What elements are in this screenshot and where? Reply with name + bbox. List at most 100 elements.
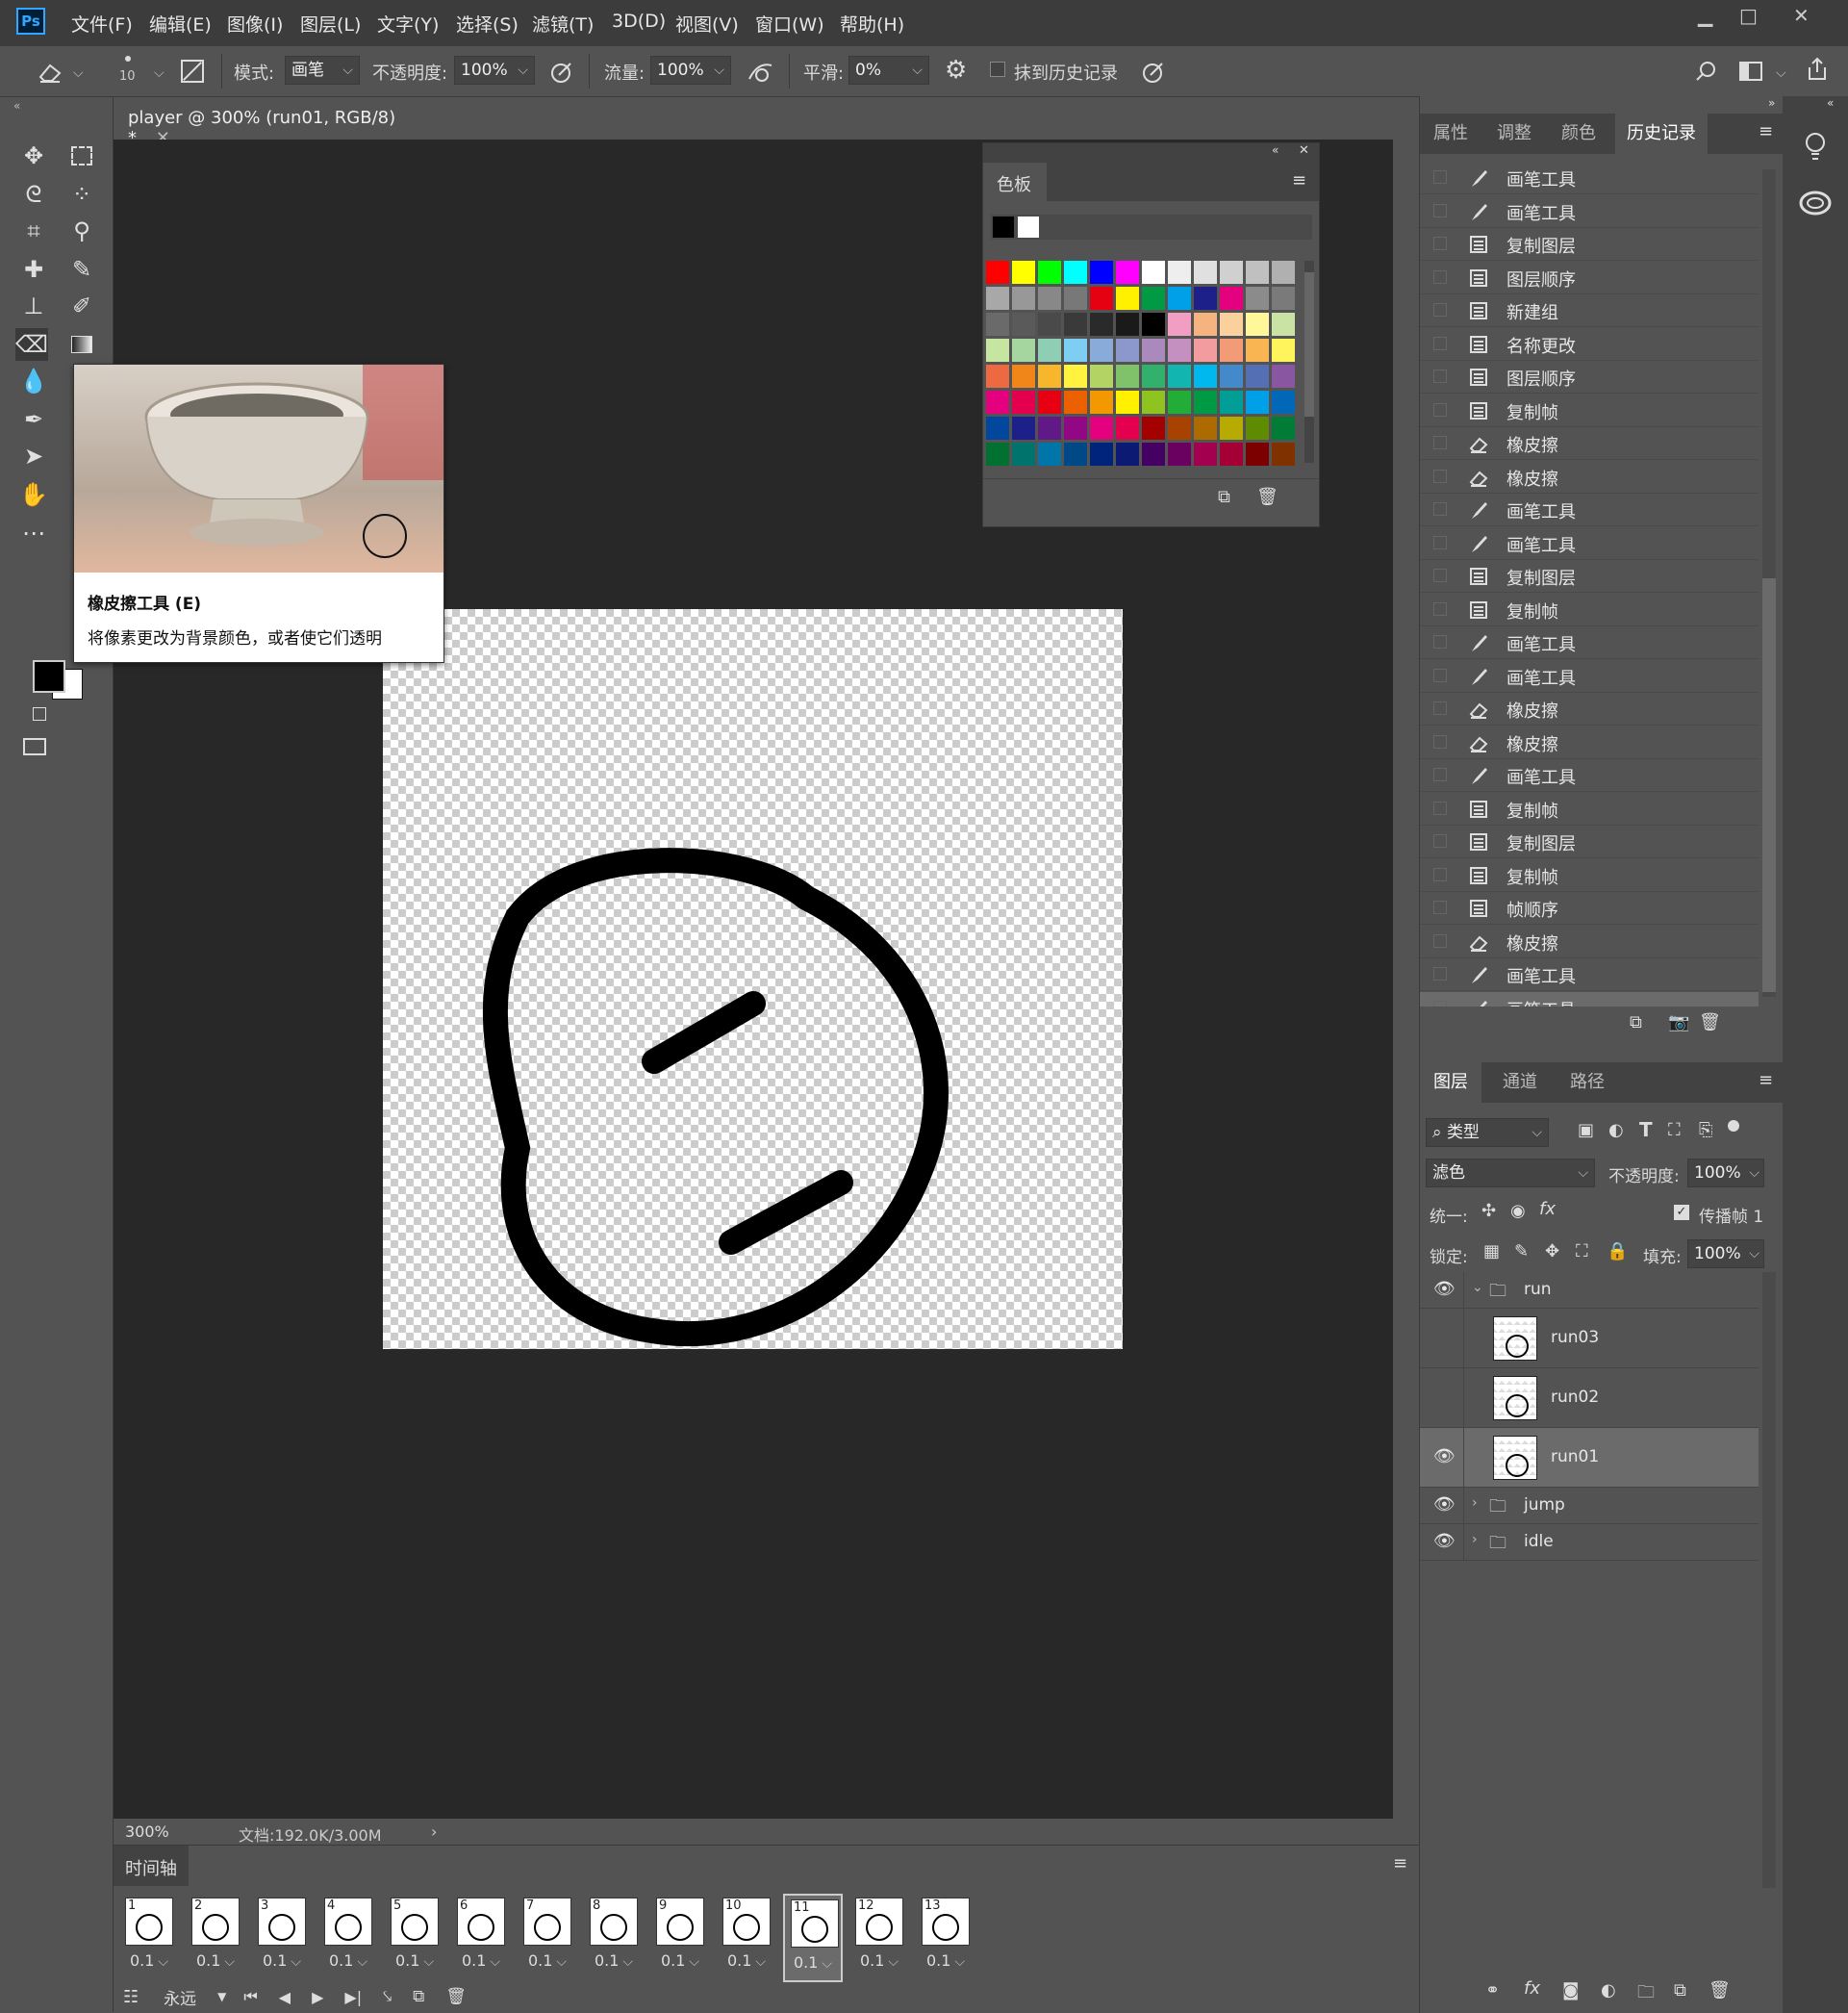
link-layers-icon[interactable]: ⚭ [1485, 1980, 1500, 2000]
color-swatch[interactable] [1142, 339, 1165, 362]
history-item[interactable]: 图层顺序 [1420, 262, 1759, 294]
color-swatch[interactable] [1194, 417, 1217, 440]
color-swatch[interactable] [1012, 261, 1035, 284]
collapse-arrows-icon[interactable]: « [13, 99, 20, 113]
type-filter-icon[interactable]: T [1639, 1118, 1653, 1141]
history-snapshot-checkbox[interactable] [1433, 834, 1447, 848]
color-swatch[interactable] [1064, 443, 1087, 466]
color-swatch[interactable] [1246, 443, 1269, 466]
color-swatch[interactable] [1012, 443, 1035, 466]
layer-filter-select[interactable]: ⌕ 类型 ⌵ [1426, 1118, 1549, 1147]
history-snapshot-checkbox[interactable] [1433, 269, 1447, 284]
color-swatch[interactable] [1064, 365, 1087, 388]
close-panel-icon[interactable]: ✕ [1299, 143, 1309, 158]
timeline-frame[interactable]: 9 0.1 ⌵ [650, 1894, 710, 1982]
frame-duration[interactable]: 0.1 ⌵ [385, 1951, 444, 1970]
pixel-filter-icon[interactable]: ▣ [1578, 1120, 1594, 1140]
unify-visibility-icon[interactable]: ◉ [1510, 1201, 1526, 1221]
layer-row[interactable]: 👁run03 [1420, 1309, 1759, 1368]
canvas[interactable] [383, 609, 1123, 1349]
color-swatch[interactable] [986, 287, 1009, 310]
color-swatch[interactable] [1272, 417, 1295, 440]
menu-item[interactable]: 编辑(E) [149, 11, 212, 37]
minimize-button[interactable]: ▁ [1698, 4, 1712, 27]
document-tab[interactable]: player @ 300% (run01, RGB/8) * ✕ [114, 98, 421, 148]
history-item[interactable]: 画笔工具 [1420, 958, 1759, 991]
history-snapshot-checkbox[interactable] [1433, 601, 1447, 616]
color-swatch[interactable] [1246, 287, 1269, 310]
color-swatch[interactable] [1220, 417, 1243, 440]
color-swatch[interactable] [1246, 417, 1269, 440]
timeline-frame[interactable]: 12 0.1 ⌵ [849, 1894, 909, 1982]
history-snapshot-checkbox[interactable] [1433, 635, 1447, 649]
frame-duration[interactable]: 0.1 ⌵ [916, 1951, 975, 1970]
history-snapshot-checkbox[interactable] [1433, 933, 1447, 948]
history-brush-tool-icon[interactable]: ✐ [65, 290, 98, 322]
frame-duration[interactable]: 0.1 ⌵ [186, 1951, 245, 1970]
color-swatch[interactable] [1142, 313, 1165, 336]
pen-tool-icon[interactable]: ✒ [17, 403, 50, 436]
color-swatch[interactable] [1220, 391, 1243, 414]
color-swatch[interactable] [1090, 261, 1113, 284]
color-swatch[interactable] [986, 391, 1009, 414]
color-swatch[interactable] [1220, 287, 1243, 310]
panel-menu-icon[interactable]: ≡ [1292, 170, 1306, 191]
color-swatch[interactable] [1064, 313, 1087, 336]
history-item[interactable]: 画笔工具 [1420, 195, 1759, 228]
timeline-frame[interactable]: 11 0.1 ⌵ [783, 1894, 843, 1982]
marquee-tool-icon[interactable] [65, 140, 98, 172]
color-swatch[interactable] [1116, 287, 1139, 310]
history-item[interactable]: 新建组 [1420, 294, 1759, 327]
color-swatch[interactable] [1194, 261, 1217, 284]
color-swatch[interactable] [1168, 365, 1191, 388]
smoothing-input[interactable]: 0% ⌵ [848, 56, 929, 85]
opacity-input[interactable]: 100% ⌵ [454, 56, 535, 85]
layer-opacity-input[interactable]: 100% ⌵ [1687, 1159, 1764, 1187]
tab-layers[interactable]: 图层 [1420, 1062, 1481, 1103]
layer-style-icon[interactable]: fx [1524, 1978, 1540, 1999]
history-item[interactable]: 图层顺序 [1420, 361, 1759, 394]
quick-select-tool-icon[interactable]: ⁘ [65, 178, 98, 211]
share-icon[interactable] [1805, 56, 1830, 83]
color-swatch[interactable] [986, 261, 1009, 284]
history-snapshot-checkbox[interactable] [1433, 203, 1447, 217]
blur-tool-icon[interactable]: 💧 [17, 365, 50, 397]
adjustment-layer-icon[interactable]: ◐ [1601, 1980, 1616, 2000]
lock-transparency-icon[interactable]: ▦ [1483, 1241, 1500, 1261]
color-swatch[interactable] [1064, 391, 1087, 414]
color-swatch[interactable] [1116, 391, 1139, 414]
color-swatch[interactable] [986, 313, 1009, 336]
color-swatch[interactable] [1064, 261, 1087, 284]
pressure-opacity-icon[interactable] [549, 60, 574, 85]
color-swatch[interactable] [1142, 391, 1165, 414]
chevron-down-icon[interactable]: ⌵ [73, 65, 84, 81]
color-swatch[interactable] [1116, 443, 1139, 466]
brush-tool-icon[interactable]: ✎ [65, 253, 98, 286]
gradient-tool-icon[interactable] [65, 328, 98, 361]
color-swatch[interactable] [1064, 287, 1087, 310]
blend-mode-select[interactable]: 滤色 ⌵ [1426, 1159, 1595, 1187]
foreground-color-swatch[interactable] [33, 660, 65, 693]
menu-item[interactable]: 3D(D) [612, 11, 666, 32]
color-swatch[interactable] [1194, 313, 1217, 336]
tab-paths[interactable]: 路径 [1557, 1062, 1618, 1103]
collapse-arrows-icon[interactable]: « [1827, 96, 1834, 110]
layer-mask-icon[interactable]: ◙ [1562, 1980, 1579, 2000]
color-swatch[interactable] [1194, 365, 1217, 388]
history-item[interactable]: 橡皮擦 [1420, 926, 1759, 958]
history-item[interactable]: 橡皮擦 [1420, 726, 1759, 759]
color-swatch[interactable] [1038, 339, 1061, 362]
expand-arrows-icon[interactable]: » [1768, 96, 1775, 110]
chevron-right-icon[interactable]: › [431, 1822, 437, 1841]
menu-item[interactable]: 选择(S) [456, 11, 519, 37]
zoom-level[interactable]: 300% [125, 1822, 169, 1841]
menu-item[interactable]: 滤镜(T) [532, 11, 594, 37]
color-swatch[interactable] [1142, 287, 1165, 310]
recent-swatch-white[interactable] [1018, 217, 1039, 238]
duplicate-frame-icon[interactable]: ⧉ [413, 1987, 424, 2006]
history-item[interactable]: 复制帧 [1420, 793, 1759, 826]
brush-preset-chevron-icon[interactable]: ⌵ [154, 65, 165, 81]
tab-channels[interactable]: 通道 [1489, 1062, 1551, 1103]
color-swatch[interactable] [1038, 313, 1061, 336]
clone-stamp-tool-icon[interactable]: ⊥ [17, 290, 50, 322]
